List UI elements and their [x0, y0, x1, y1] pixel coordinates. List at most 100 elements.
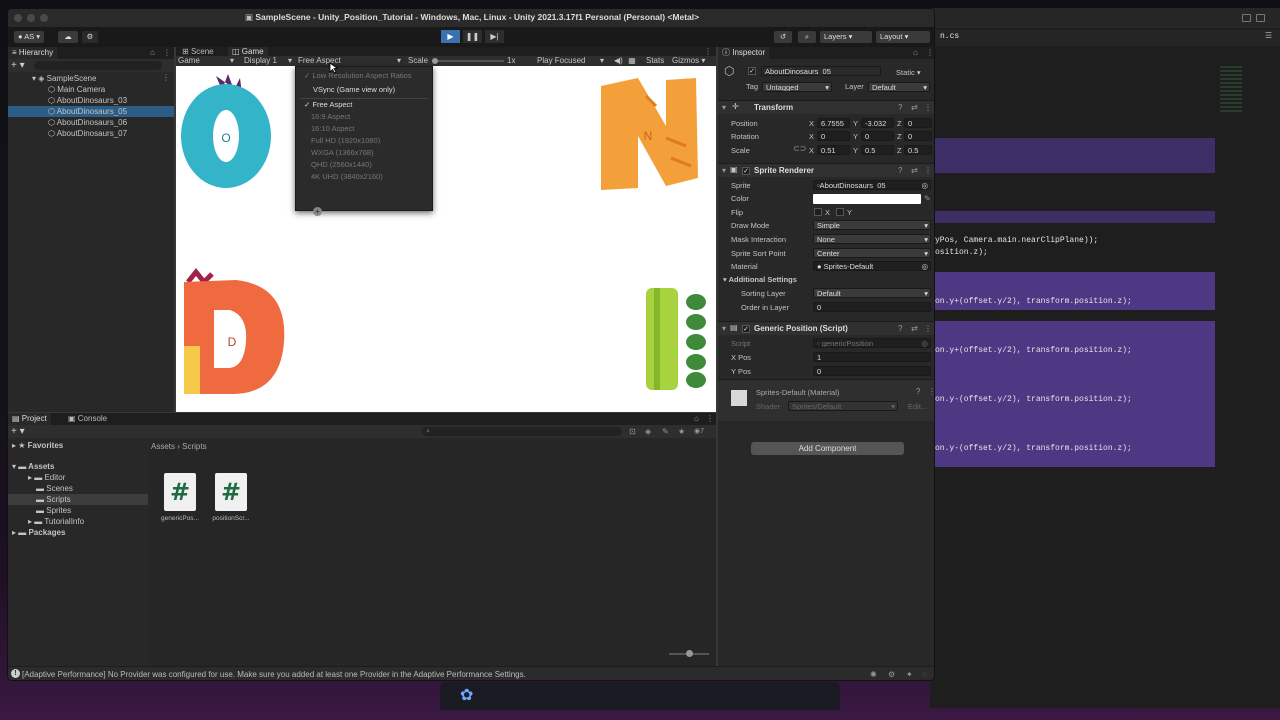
- help-icon[interactable]: ?: [898, 166, 902, 175]
- axis-x-label[interactable]: X: [809, 146, 814, 155]
- axis-z-label[interactable]: Z: [897, 119, 902, 128]
- object-name-field[interactable]: AboutDinosaurs_05: [761, 66, 881, 76]
- add-object-button[interactable]: + ▾: [11, 60, 25, 71]
- presets-icon[interactable]: ⇄: [911, 166, 918, 175]
- split-editor-icon[interactable]: [1242, 14, 1251, 22]
- favorites-item[interactable]: ▸ ★ Favorites: [12, 440, 63, 451]
- y-pos-field[interactable]: 0: [813, 366, 931, 376]
- collab-button[interactable]: ⚙: [82, 31, 98, 43]
- close-window-button[interactable]: [14, 14, 22, 22]
- add-aspect-icon[interactable]: +: [313, 207, 322, 216]
- game-viewport[interactable]: O N D: [176, 66, 716, 412]
- transform-header[interactable]: ▾ ✛ Transform ? ⇄ ⋮: [718, 100, 934, 114]
- flip-x-checkbox[interactable]: [814, 208, 822, 216]
- tab-console[interactable]: ▣ Console: [64, 413, 111, 425]
- hierarchy-search-input[interactable]: [34, 61, 162, 70]
- lock-icon[interactable]: ⌂: [913, 48, 918, 57]
- history-button[interactable]: ↺: [774, 31, 792, 43]
- static-toggle[interactable]: Static ▾: [896, 68, 921, 77]
- progress-icon[interactable]: ◌: [922, 670, 927, 679]
- code-file-tab[interactable]: n.cs: [940, 32, 959, 41]
- cloud-button[interactable]: ☁: [58, 31, 78, 43]
- file-name[interactable]: genericPos...: [157, 515, 203, 522]
- stats-button[interactable]: Stats: [646, 55, 664, 66]
- rotation-z-field[interactable]: 0: [904, 131, 932, 141]
- sprite-field[interactable]: ▫AboutDinosaurs_05 ◎: [813, 180, 931, 190]
- script-enabled-checkbox[interactable]: ✓: [742, 325, 750, 333]
- material-field[interactable]: ● Sprites-Default ◎: [813, 261, 931, 271]
- gizmos-button[interactable]: Gizmos ▾: [672, 55, 705, 66]
- axis-y-label[interactable]: Y: [853, 146, 858, 155]
- shortcuts-icon[interactable]: ▦: [626, 55, 638, 66]
- mute-audio-icon[interactable]: ◀): [614, 55, 623, 66]
- mask-interaction-dropdown[interactable]: None ▾: [813, 234, 931, 244]
- tab-inspector[interactable]: ⓘ Inspector: [718, 47, 770, 59]
- hierarchy-item[interactable]: ⬡ AboutDinosaurs_07: [48, 128, 127, 139]
- component-menu-icon[interactable]: ⋮: [924, 103, 932, 112]
- search-by-label-icon[interactable]: ◈: [645, 427, 651, 436]
- csharp-script-icon[interactable]: #: [164, 473, 196, 511]
- link-icon[interactable]: ⊂⊃: [793, 144, 806, 153]
- generic-position-header[interactable]: ▾ ▤ ✓ Generic Position (Script) ? ⇄ ⋮: [718, 321, 934, 335]
- object-picker-icon[interactable]: ◎: [921, 181, 928, 189]
- help-icon[interactable]: ?: [898, 324, 902, 333]
- folder-item[interactable]: ▬ Sprites: [36, 505, 71, 516]
- auto-generate-lighting-icon[interactable]: ✺: [870, 670, 877, 679]
- breadcrumb-scripts[interactable]: Scripts: [182, 442, 206, 451]
- sprite-sort-point-dropdown[interactable]: Center ▾: [813, 248, 931, 258]
- tab-project[interactable]: ▤ Project: [8, 413, 51, 425]
- axis-z-label[interactable]: Z: [897, 132, 902, 141]
- aspect-dropdown[interactable]: Free Aspect ▾: [298, 55, 404, 66]
- position-x-field[interactable]: 6.7555: [817, 118, 850, 128]
- component-menu-icon[interactable]: ⋮: [924, 324, 932, 333]
- scale-x-field[interactable]: 0.51: [817, 145, 850, 155]
- sprite-renderer-header[interactable]: ▾ ▣ ✓ Sprite Renderer ? ⇄ ⋮: [718, 163, 934, 177]
- more-options-icon[interactable]: ⋮: [706, 414, 714, 423]
- lock-icon[interactable]: ⌂: [694, 414, 699, 423]
- lock-icon[interactable]: ⌂: [150, 48, 155, 57]
- position-z-field[interactable]: 0: [904, 118, 932, 128]
- debug-mode-icon[interactable]: ⚙: [888, 670, 895, 679]
- search-button[interactable]: ⌕: [798, 31, 816, 43]
- order-in-layer-field[interactable]: 0: [813, 302, 931, 312]
- low-resolution-checkbox[interactable]: ✓ Low Resolution Aspect Ratios: [304, 71, 412, 81]
- scene-options-icon[interactable]: ⋮: [162, 73, 170, 82]
- breadcrumb-assets[interactable]: Assets: [151, 442, 175, 451]
- hidden-packages-count[interactable]: ◉7: [694, 427, 704, 435]
- assets-folder[interactable]: ▾ ▬ Assets: [12, 461, 54, 472]
- status-message[interactable]: [Adaptive Performance] No Provider was c…: [22, 669, 526, 680]
- presets-icon[interactable]: ⇄: [911, 103, 918, 112]
- additional-settings-foldout[interactable]: ▾ Additional Settings: [723, 275, 797, 284]
- tab-hierarchy[interactable]: ≡ Hierarchy: [8, 47, 58, 59]
- minimize-window-button[interactable]: [27, 14, 35, 22]
- draw-mode-dropdown[interactable]: Simple ▾: [813, 220, 931, 230]
- rotation-x-field[interactable]: 0: [817, 131, 850, 141]
- hierarchy-item[interactable]: ⬡ AboutDinosaurs_06: [48, 117, 127, 128]
- step-button[interactable]: ▶|: [485, 30, 504, 43]
- aspect-option-16-10[interactable]: 16:10 Aspect: [311, 124, 354, 134]
- aspect-option-16-9[interactable]: 16:9 Aspect: [311, 112, 350, 122]
- code-line[interactable]: yPos, Camera.main.nearClipPlane));: [935, 236, 1098, 245]
- hierarchy-item-selected[interactable]: ⬡ AboutDinosaurs_05: [8, 106, 174, 117]
- object-picker-icon[interactable]: ◎: [921, 262, 928, 270]
- display-dropdown[interactable]: Display 1 ▾: [244, 55, 296, 66]
- icon-size-slider-handle[interactable]: [686, 650, 693, 657]
- scene-root-item[interactable]: ▾ ◈ SampleScene: [32, 73, 96, 84]
- code-line[interactable]: on.y+(offset.y/2), transform.position.z)…: [935, 346, 1132, 355]
- component-menu-icon[interactable]: ⋮: [924, 166, 932, 175]
- axis-z-label[interactable]: Z: [897, 146, 902, 155]
- more-options-icon[interactable]: ⋮: [163, 48, 171, 57]
- position-y-field[interactable]: -3.032: [861, 118, 894, 128]
- code-line[interactable]: on.y-(offset.y/2), transform.position.z)…: [935, 444, 1132, 453]
- aspect-option-free[interactable]: ✓ Free Aspect: [304, 100, 352, 110]
- code-line[interactable]: on.y-(offset.y/2), transform.position.z)…: [935, 395, 1132, 404]
- aspect-option-4k[interactable]: 4K UHD (3840x2160): [311, 172, 383, 182]
- scale-z-field[interactable]: 0.5: [904, 145, 932, 155]
- code-line[interactable]: on.y+(offset.y/2), transform.position.z)…: [935, 297, 1132, 306]
- project-search-input[interactable]: ⌕: [422, 427, 622, 436]
- aspect-option-qhd[interactable]: QHD (2560x1440): [311, 160, 372, 170]
- play-focused-dropdown[interactable]: Play Focused ▾: [537, 55, 607, 66]
- filter-icon[interactable]: ✎: [662, 427, 669, 436]
- axis-y-label[interactable]: Y: [853, 132, 858, 141]
- layout-dropdown[interactable]: Layout ▾: [876, 31, 930, 43]
